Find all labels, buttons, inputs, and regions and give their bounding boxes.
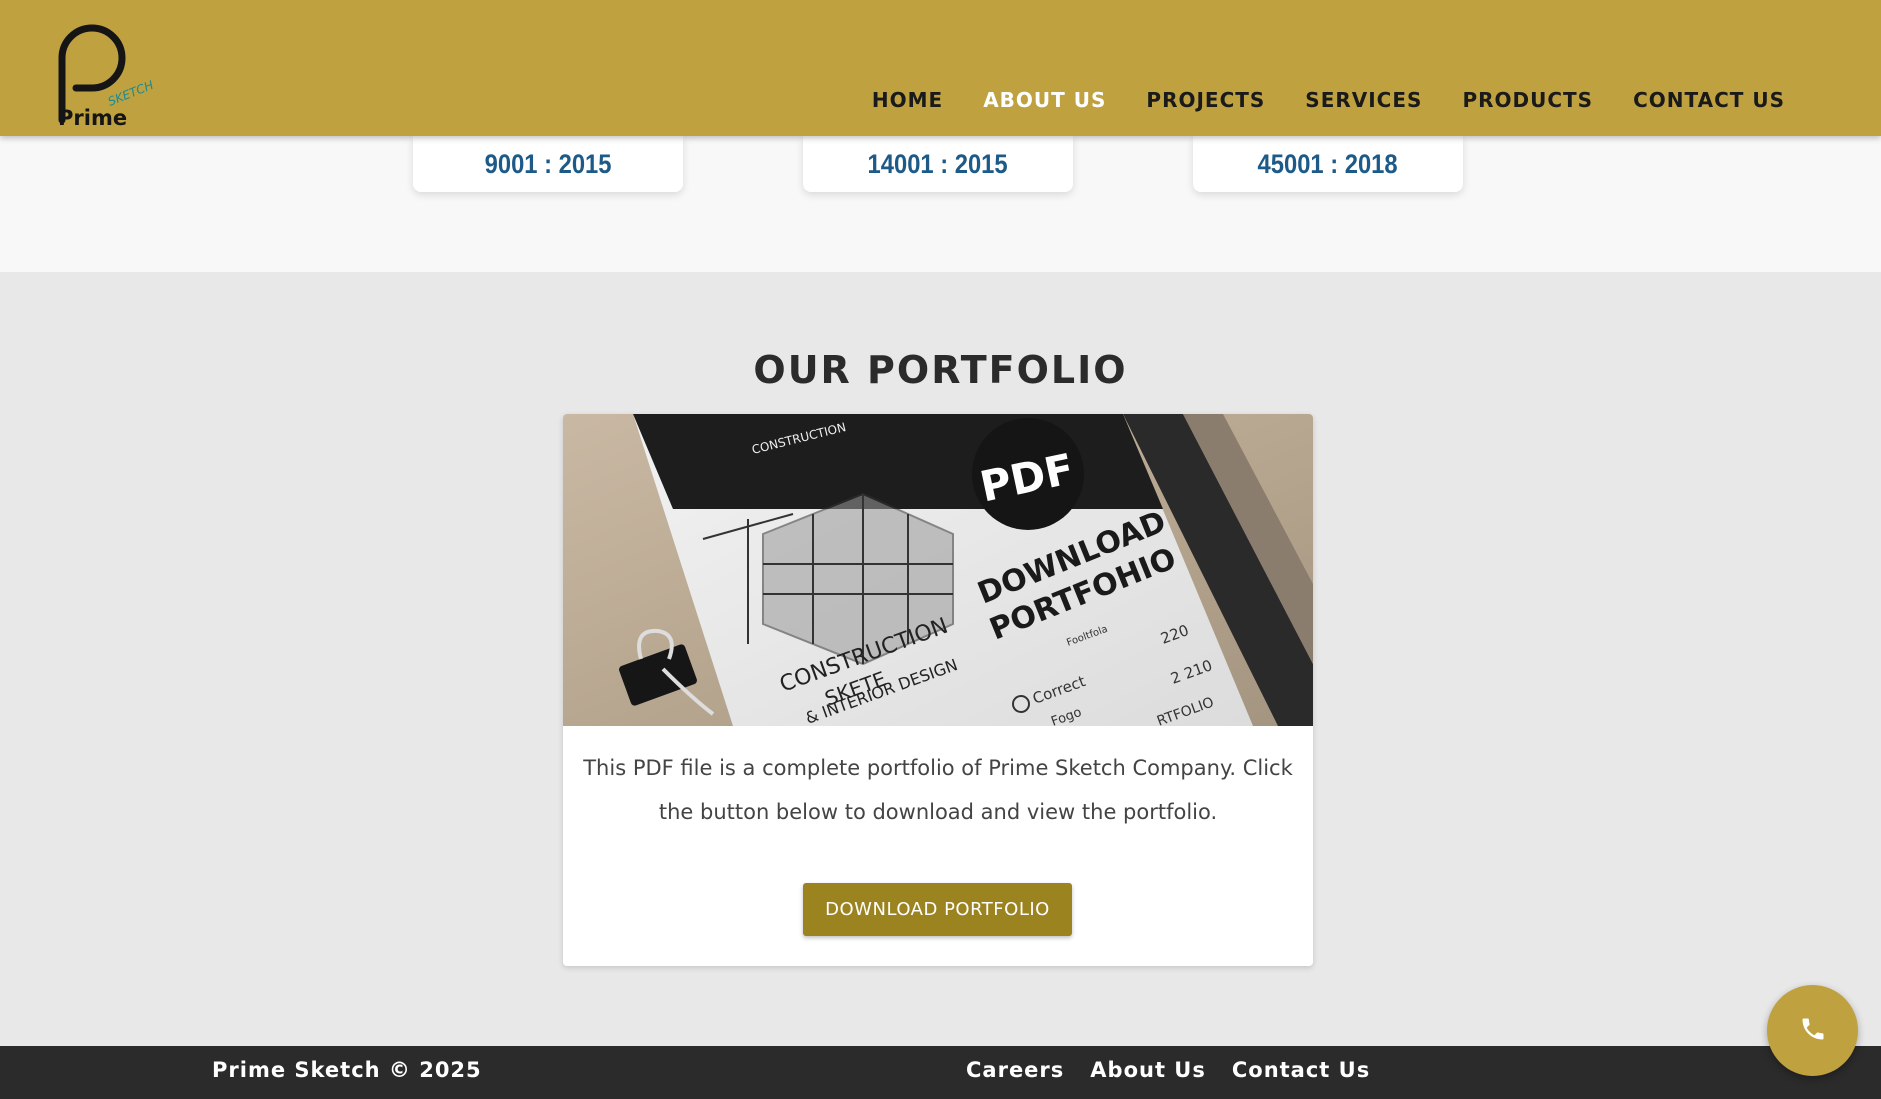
- certifications-section: 9001 : 2015 14001 : 2015 45001 : 2018: [0, 136, 1881, 272]
- nav-contact-us[interactable]: CONTACT US: [1633, 88, 1785, 112]
- copyright-text: Prime Sketch © 2025: [212, 1058, 482, 1082]
- cert-label: 9001 : 2015: [484, 148, 612, 179]
- cert-label: 45001 : 2018: [1257, 148, 1399, 179]
- site-header: Prime SKETCH HOME ABOUT US PROJECTS SERV…: [0, 0, 1881, 136]
- nav-products[interactable]: PRODUCTS: [1462, 88, 1593, 112]
- portfolio-description: This PDF file is a complete portfolio of…: [583, 756, 1293, 824]
- main-nav: HOME ABOUT US PROJECTS SERVICES PRODUCTS…: [832, 88, 1785, 112]
- portfolio-cover-image[interactable]: CONSTRUCTION PDF DOWNLOAD PORTFOHIO CONS…: [563, 414, 1313, 730]
- footer-link-about-us[interactable]: About Us: [1090, 1058, 1206, 1082]
- svg-text:Prime: Prime: [58, 106, 127, 128]
- download-portfolio-button[interactable]: DOWNLOAD PORTFOLIO: [803, 883, 1072, 936]
- portfolio-title: OUR PORTFOLIO: [753, 348, 1128, 392]
- nav-services[interactable]: SERVICES: [1305, 88, 1422, 112]
- nav-about-us[interactable]: ABOUT US: [983, 88, 1106, 112]
- cert-label: 14001 : 2015: [867, 148, 1009, 179]
- cert-card-45001: 45001 : 2018: [1193, 136, 1463, 192]
- site-footer: Prime Sketch © 2025 Careers About Us Con…: [0, 1046, 1881, 1099]
- nav-home[interactable]: HOME: [872, 88, 943, 112]
- footer-link-careers[interactable]: Careers: [966, 1058, 1064, 1082]
- prime-sketch-logo[interactable]: Prime SKETCH: [56, 18, 176, 130]
- phone-icon: [1799, 1015, 1827, 1046]
- cert-card-9001: 9001 : 2015: [413, 136, 683, 192]
- portfolio-card: CONSTRUCTION PDF DOWNLOAD PORTFOHIO CONS…: [563, 414, 1313, 966]
- footer-links: Careers About Us Contact Us: [966, 1058, 1396, 1082]
- nav-projects[interactable]: PROJECTS: [1146, 88, 1265, 112]
- footer-link-contact-us[interactable]: Contact Us: [1232, 1058, 1370, 1082]
- call-button[interactable]: [1767, 985, 1858, 1076]
- cert-card-14001: 14001 : 2015: [803, 136, 1073, 192]
